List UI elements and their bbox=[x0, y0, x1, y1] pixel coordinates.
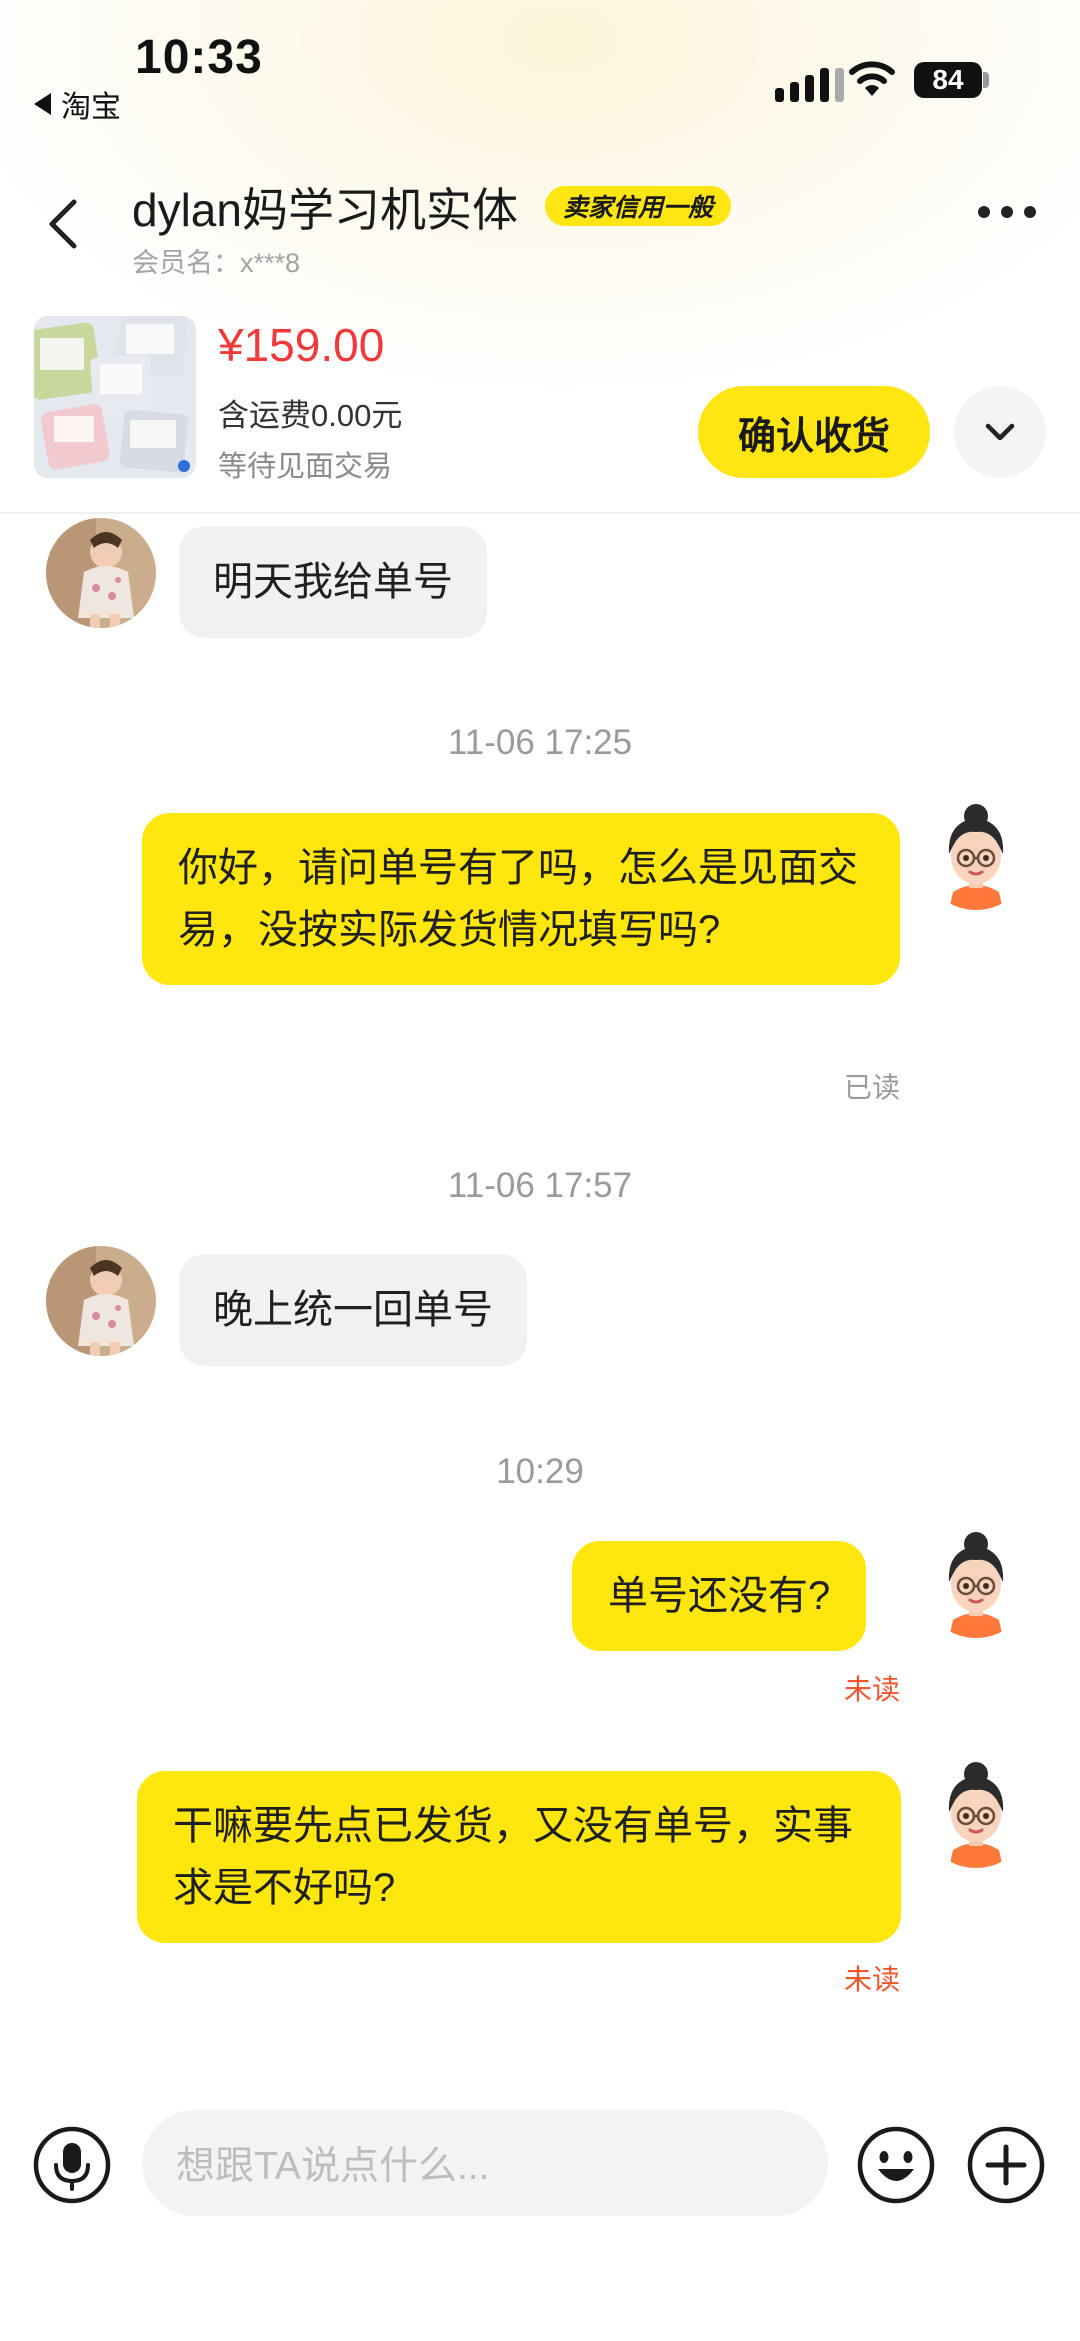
seller-avatar-image bbox=[46, 518, 156, 628]
message-bubble-received[interactable]: 明天我给单号 bbox=[179, 526, 487, 638]
member-name: 会员名：x***8 bbox=[132, 248, 301, 278]
back-to-app-link[interactable]: 淘宝 bbox=[34, 82, 121, 126]
battery-icon: 84 bbox=[914, 62, 982, 98]
seller-avatar[interactable] bbox=[46, 518, 156, 628]
my-avatar[interactable] bbox=[921, 1758, 1031, 1868]
message-bubble-received[interactable]: 晚上统一回单号 bbox=[179, 1254, 527, 1366]
my-avatar-image bbox=[921, 800, 1031, 910]
header-divider bbox=[0, 512, 1080, 514]
wifi-icon bbox=[849, 61, 895, 96]
my-avatar[interactable] bbox=[921, 1528, 1031, 1638]
unread-receipt: 未读 bbox=[843, 1674, 900, 1705]
message-bubble-sent[interactable]: 干嘛要先点已发货，又没有单号，实事求是不好吗? bbox=[137, 1771, 901, 1943]
confirm-receipt-button[interactable]: 确认收货 bbox=[698, 386, 930, 478]
unread-receipt: 未读 bbox=[843, 1964, 900, 1995]
status-time: 10:33 bbox=[135, 31, 263, 84]
read-receipt: 已读 bbox=[843, 1072, 900, 1103]
chevron-left-icon[interactable] bbox=[40, 196, 90, 252]
message-input[interactable]: 想跟TA说点什么... bbox=[142, 2110, 828, 2216]
order-price: ¥159.00 bbox=[218, 319, 385, 371]
message-bubble-sent[interactable]: 你好，请问单号有了吗，怎么是见面交易，没按实际发货情况填写吗? bbox=[142, 813, 900, 985]
expand-order-button[interactable] bbox=[954, 386, 1046, 478]
message-timestamp: 10:29 bbox=[496, 1452, 584, 1491]
message-bubble-sent[interactable]: 单号还没有? bbox=[572, 1541, 867, 1651]
seller-avatar-image bbox=[46, 1246, 156, 1356]
message-timestamp: 11-06 17:25 bbox=[447, 723, 633, 762]
shipping-fee: 含运费0.00元 bbox=[218, 398, 403, 433]
my-avatar-image bbox=[921, 1528, 1031, 1638]
back-triangle-icon bbox=[34, 93, 51, 115]
seller-avatar[interactable] bbox=[46, 1246, 156, 1356]
back-app-label: 淘宝 bbox=[61, 91, 121, 124]
plus-icon[interactable] bbox=[966, 2125, 1046, 2205]
emoji-icon[interactable] bbox=[856, 2125, 936, 2205]
my-avatar[interactable] bbox=[921, 800, 1031, 910]
message-timestamp: 11-06 17:57 bbox=[447, 1166, 633, 1205]
signal-icon bbox=[775, 62, 844, 102]
my-avatar-image bbox=[921, 1758, 1031, 1868]
more-icon[interactable] bbox=[978, 206, 1036, 218]
product-thumbnail[interactable] bbox=[34, 316, 196, 478]
seller-name[interactable]: dylan妈学习机实体 bbox=[132, 174, 518, 240]
battery-cap bbox=[983, 72, 989, 88]
microphone-icon[interactable] bbox=[32, 2125, 112, 2205]
product-image bbox=[34, 316, 196, 478]
credit-badge: 卖家信用一般 bbox=[545, 186, 732, 226]
order-status: 等待见面交易 bbox=[218, 451, 393, 483]
chevron-down-icon bbox=[985, 423, 1015, 441]
